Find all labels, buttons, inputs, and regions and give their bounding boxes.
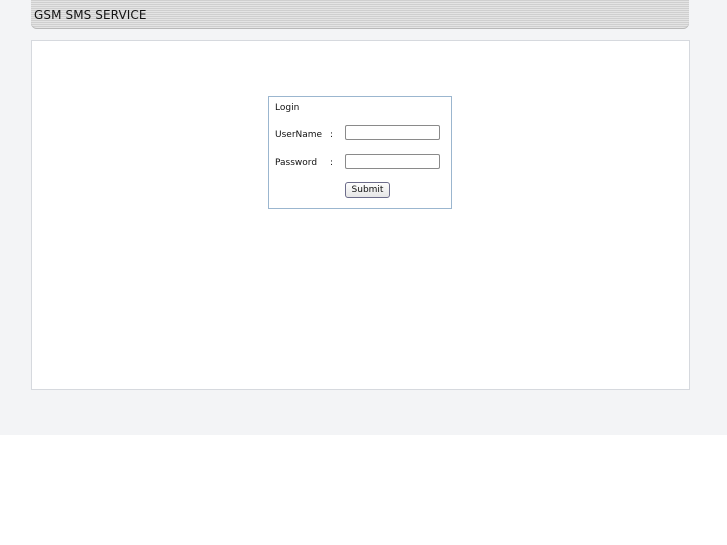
content-panel (31, 40, 690, 390)
username-input[interactable] (345, 125, 440, 140)
password-label: Password (275, 158, 318, 168)
password-input[interactable] (345, 154, 440, 169)
password-colon: : (330, 158, 334, 168)
login-title: Login (275, 103, 300, 113)
app-title: GSM SMS SERVICE (34, 8, 147, 22)
app-header: GSM SMS SERVICE (31, 0, 689, 29)
username-label: UserName (275, 130, 323, 140)
submit-button[interactable]: Submit (345, 182, 390, 198)
username-colon: : (330, 130, 334, 140)
login-form: Login UserName : Password : Submit (268, 96, 452, 209)
